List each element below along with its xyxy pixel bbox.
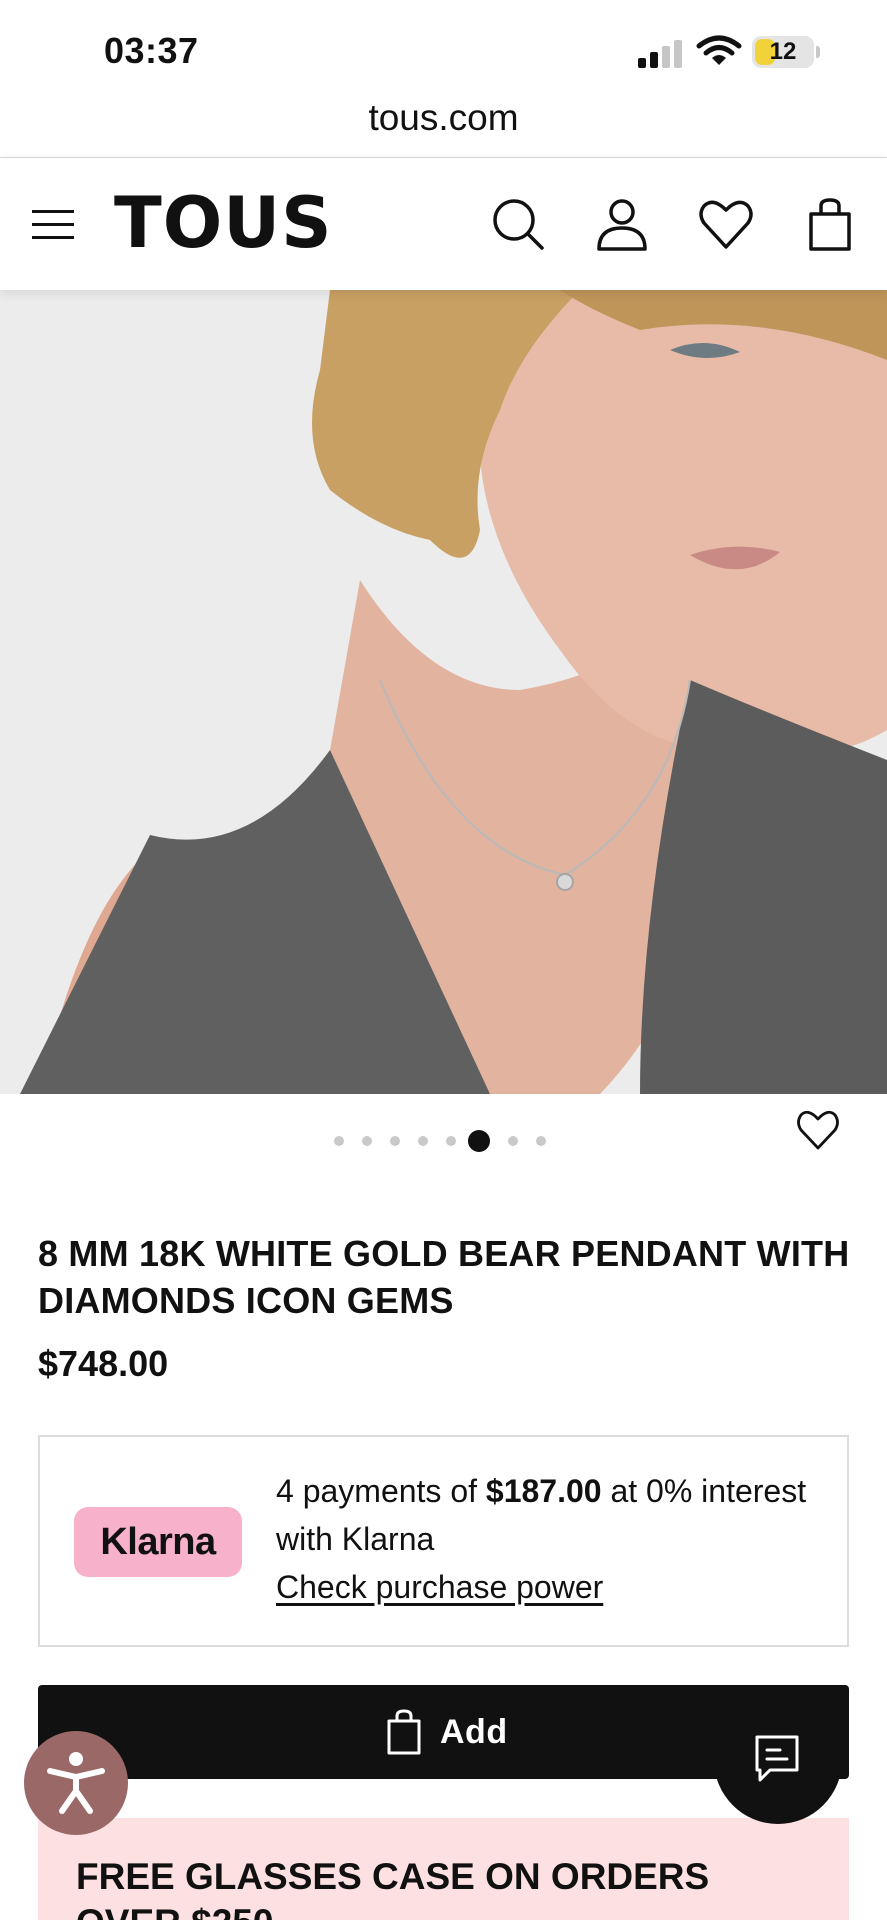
add-button-content: Add — [386, 1707, 508, 1757]
battery-cap — [816, 46, 820, 58]
account-icon[interactable] — [594, 196, 650, 252]
chat-icon — [755, 1735, 799, 1782]
klarna-logo-text: Klarna — [100, 1521, 216, 1563]
carousel-dot[interactable] — [334, 1136, 344, 1146]
promo-banner[interactable]: FREE GLASSES CASE ON ORDERS OVER $250 — [38, 1818, 849, 1920]
model-photo — [0, 290, 887, 1094]
klarna-message: 4 payments of $187.00 at 0% interest wit… — [276, 1467, 816, 1611]
site-header: TOUS — [0, 158, 887, 290]
tous-logo[interactable]: TOUS — [114, 182, 333, 264]
chat-button[interactable] — [714, 1696, 842, 1824]
carousel-dot[interactable] — [508, 1136, 518, 1146]
carousel-dot-active[interactable] — [468, 1130, 490, 1152]
klarna-logo: Klarna — [74, 1507, 242, 1577]
carousel-dot[interactable] — [536, 1136, 546, 1146]
signal-icon — [638, 38, 686, 68]
product-image[interactable] — [0, 290, 887, 1094]
search-icon[interactable] — [490, 196, 546, 252]
battery-level: 12 — [769, 38, 797, 65]
promo-text: FREE GLASSES CASE ON ORDERS OVER $250 — [76, 1856, 710, 1920]
heart-icon[interactable] — [698, 196, 754, 252]
bag-icon[interactable] — [802, 196, 858, 252]
status-bar: 03:37 12 — [0, 0, 887, 90]
shopping-bag-icon — [387, 1709, 421, 1755]
klarna-amount: $187.00 — [485, 1473, 602, 1509]
check-purchase-power-link[interactable]: Check purchase power — [276, 1563, 603, 1611]
product-title: 8 MM 18K WHITE GOLD BEAR PENDANT WITH DI… — [38, 1233, 850, 1321]
battery-icon: 12 — [752, 36, 814, 68]
klarna-text-before: 4 payments of — [276, 1473, 486, 1509]
carousel-dot[interactable] — [362, 1136, 372, 1146]
carousel-dots[interactable] — [0, 1130, 887, 1152]
klarna-box: Klarna 4 payments of $187.00 at 0% inter… — [38, 1435, 849, 1647]
carousel-dot[interactable] — [418, 1136, 428, 1146]
wifi-icon — [696, 35, 742, 65]
url-text[interactable]: tous.com — [0, 90, 887, 146]
accessibility-button[interactable] — [24, 1731, 128, 1835]
accessibility-icon — [47, 1752, 105, 1814]
page: 03:37 12 tous.com TOUS 8 MM 18K WHITE GO… — [0, 0, 887, 1920]
product-price: $748.00 — [38, 1343, 169, 1384]
carousel-dot[interactable] — [446, 1136, 456, 1146]
status-time: 03:37 — [104, 30, 199, 71]
carousel-dot[interactable] — [390, 1136, 400, 1146]
add-button-label: Add — [440, 1712, 508, 1751]
wishlist-heart-icon[interactable] — [796, 1108, 840, 1152]
menu-icon[interactable] — [32, 210, 76, 240]
url-bar[interactable]: tous.com — [0, 90, 887, 158]
